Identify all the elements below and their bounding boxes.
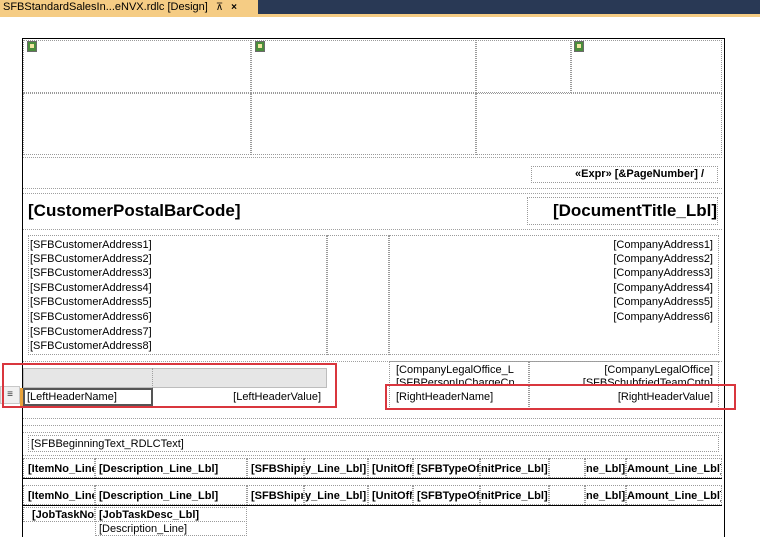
lines-header-cell[interactable]: [549, 485, 585, 505]
underline: [23, 505, 722, 506]
lines-header-cell[interactable]: [Description_Line_Lbl]: [95, 458, 247, 478]
divider: [23, 425, 722, 426]
customer-address-line: [SFBCustomerAddress4]: [30, 282, 152, 294]
lines-header-cell[interactable]: nitPrice_Lbl]: [480, 458, 549, 478]
customer-address-line: [SFBCustomerAddress8]: [30, 340, 152, 352]
lines-header-cell[interactable]: [Description_Line_Lbl]: [95, 485, 247, 505]
underline: [23, 478, 722, 479]
lines-header-cell[interactable]: y_Line_Lbl]: [304, 458, 368, 478]
lines-header-row-2[interactable]: [ItemNo_Line [Description_Line_Lbl] [SFB…: [23, 485, 722, 505]
divider: [23, 432, 722, 433]
divider: [23, 188, 722, 189]
customer-address-line: [SFBCustomerAddress3]: [30, 267, 152, 279]
header-box: [23, 93, 251, 155]
divider: [23, 229, 722, 230]
company-address-line: [CompanyAddress3]: [613, 267, 713, 279]
description-line[interactable]: [Description_Line]: [95, 521, 247, 536]
lines-header-row-1[interactable]: [ItemNo_Line [Description_Line_Lbl] [SFB…: [23, 458, 722, 478]
lines-header-cell[interactable]: [549, 458, 585, 478]
lines-header-cell[interactable]: Amount_Line_Lbl]: [626, 485, 722, 505]
customer-address-line: [SFBCustomerAddress1]: [30, 239, 152, 251]
lines-header-cell[interactable]: ne_Lbl]: [585, 485, 626, 505]
customer-address-line: [SFBCustomerAddress7]: [30, 326, 152, 338]
lines-header-cell[interactable]: [ItemNo_Line: [23, 485, 95, 505]
logo-box-center[interactable]: [251, 40, 476, 93]
highlight-box-right: [385, 384, 736, 410]
customer-address-line: [SFBCustomerAddress5]: [30, 296, 152, 308]
image-icon: [27, 41, 37, 52]
image-icon: [574, 41, 584, 52]
company-address-line: [CompanyAddress4]: [613, 282, 713, 294]
divider: [23, 193, 722, 194]
header-box: [251, 93, 476, 155]
beginning-text: [SFBBeginningText_RDLCText]: [31, 438, 184, 450]
close-icon[interactable]: ×: [231, 2, 237, 13]
divider: [23, 455, 722, 456]
lines-header-cell[interactable]: [SFBTypeOfL: [413, 485, 480, 505]
lines-header-cell[interactable]: [SFBShipm: [247, 458, 304, 478]
job-task-no[interactable]: [JobTaskNo: [23, 507, 95, 522]
lines-header-cell[interactable]: ne_Lbl]: [585, 458, 626, 478]
customer-address-line: [SFBCustomerAddress2]: [30, 253, 152, 265]
logo-box-right[interactable]: [571, 40, 722, 93]
customer-address-line: [SFBCustomerAddress6]: [30, 311, 152, 323]
image-icon: [255, 41, 265, 52]
lines-header-cell[interactable]: [SFBShipm: [247, 485, 304, 505]
company-address-line: [CompanyAddress5]: [613, 296, 713, 308]
lines-header-cell[interactable]: [SFBTypeOfL: [413, 458, 480, 478]
address-spacer: [327, 235, 389, 355]
job-task-desc[interactable]: [JobTaskDesc_Lbl]: [95, 507, 247, 522]
lines-header-cell[interactable]: y_Line_Lbl]: [304, 485, 368, 505]
highlight-box-left: [2, 363, 337, 408]
logo-box-left[interactable]: [23, 40, 251, 93]
page-number-expression: «Expr» [&PageNumber] /: [575, 168, 704, 180]
document-tab[interactable]: SFBStandardSalesIn...eNVX.rdlc [Design] …: [0, 0, 258, 14]
company-legal-office-value: [CompanyLegalOffice]: [604, 364, 713, 376]
lines-header-cell[interactable]: Amount_Line_Lbl]: [626, 458, 722, 478]
company-address-line: [CompanyAddress6]: [613, 311, 713, 323]
customer-postal-barcode[interactable]: [CustomerPostalBarCode]: [28, 201, 328, 221]
divider: [23, 418, 722, 419]
company-address-line: [CompanyAddress1]: [613, 239, 713, 251]
company-legal-office-label: [CompanyLegalOffice_L: [396, 364, 514, 376]
header-box: [476, 93, 722, 155]
pin-icon[interactable]: ⊼: [216, 2, 223, 13]
lines-header-cell[interactable]: [ItemNo_Line: [23, 458, 95, 478]
tab-title: SFBStandardSalesIn...eNVX.rdlc [Design]: [3, 1, 208, 13]
spacer-box: [476, 40, 571, 93]
company-address-line: [CompanyAddress2]: [613, 253, 713, 265]
lines-header-cell[interactable]: [UnitOfM: [368, 458, 413, 478]
lines-header-cell[interactable]: nitPrice_Lbl]: [480, 485, 549, 505]
document-title: [DocumentTitle_Lbl]: [552, 201, 717, 220]
lines-header-cell[interactable]: [UnitOfM: [368, 485, 413, 505]
divider: [23, 157, 722, 158]
